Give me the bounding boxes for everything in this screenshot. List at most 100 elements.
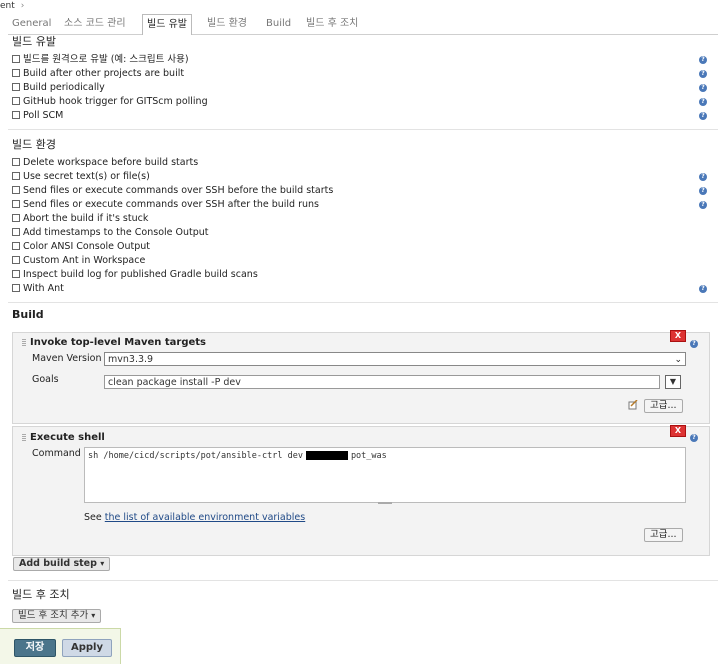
checkbox[interactable]	[12, 213, 20, 222]
help-icon[interactable]: ?	[699, 70, 707, 78]
env-vars-hint: See the list of available environment va…	[84, 512, 305, 523]
delete-step-icon[interactable]: X	[670, 425, 686, 437]
env-vars-link[interactable]: the list of available environment variab…	[105, 512, 305, 523]
tab-post-build[interactable]: 빌드 후 조치	[302, 14, 362, 33]
env-delete-workspace[interactable]: Delete workspace before build starts	[12, 156, 198, 169]
tab-scm[interactable]: 소스 코드 관리	[60, 14, 130, 33]
breadcrumb-text[interactable]: ent	[0, 1, 15, 11]
maven-version-select[interactable]: mvn3.3.9 ⌄	[104, 352, 686, 366]
add-post-build-button[interactable]: 빌드 후 조치 추가 ▾	[12, 609, 102, 623]
checkbox[interactable]	[12, 54, 20, 63]
shell-advanced-button[interactable]: 고급...	[644, 528, 683, 542]
shell-step-title: Execute shell	[30, 432, 105, 443]
help-icon[interactable]: ?	[699, 187, 707, 195]
trigger-periodically[interactable]: Build periodically	[12, 81, 105, 94]
help-icon[interactable]: ?	[699, 285, 707, 293]
apply-button[interactable]: Apply	[62, 639, 112, 657]
section-title-environment: 빌드 환경	[12, 138, 56, 151]
breadcrumb-separator: ›	[20, 1, 25, 11]
env-label: Inspect build log for published Gradle b…	[23, 269, 258, 280]
tab-triggers[interactable]: 빌드 유발	[142, 14, 192, 35]
add-build-step-button[interactable]: Add build step ▾	[13, 557, 111, 571]
checkbox[interactable]	[12, 199, 20, 208]
command-text-suffix: pot_was	[350, 451, 387, 461]
checkbox[interactable]	[12, 96, 20, 105]
checkbox[interactable]	[12, 255, 20, 264]
env-label: Send files or execute commands over SSH …	[23, 199, 320, 210]
checkbox[interactable]	[12, 68, 20, 77]
section-title-post-build: 빌드 후 조치	[12, 588, 70, 601]
redacted-text	[305, 451, 348, 460]
help-icon[interactable]: ?	[699, 98, 707, 106]
tab-general[interactable]: General	[8, 14, 55, 33]
resize-handle[interactable]	[378, 502, 392, 504]
tab-environment[interactable]: 빌드 환경	[203, 14, 251, 33]
env-ansi-color[interactable]: Color ANSI Console Output	[12, 240, 150, 253]
help-icon[interactable]: ?	[690, 340, 698, 348]
help-icon[interactable]: ?	[690, 434, 698, 442]
section-title-build: Build	[12, 308, 44, 321]
help-icon[interactable]: ?	[699, 56, 707, 64]
trigger-poll-scm[interactable]: Poll SCM	[12, 109, 63, 122]
trigger-label: 빌드를 원격으로 유발 (예: 스크립트 사용)	[23, 54, 189, 65]
checkbox[interactable]	[12, 171, 20, 180]
env-timestamps[interactable]: Add timestamps to the Console Output	[12, 226, 209, 239]
command-label: Command	[32, 448, 81, 459]
checkbox[interactable]	[12, 110, 20, 119]
env-custom-ant[interactable]: Custom Ant in Workspace	[12, 254, 145, 267]
caret-down-icon: ▾	[100, 559, 105, 568]
config-tabs: General 소스 코드 관리 빌드 유발 빌드 환경 Build 빌드 후 …	[8, 14, 718, 35]
env-label: Color ANSI Console Output	[23, 241, 151, 252]
checkbox[interactable]	[12, 283, 20, 292]
command-textarea[interactable]: sh /home/cicd/scripts/pot/ansible-ctrl d…	[84, 447, 686, 503]
env-gradle-scans[interactable]: Inspect build log for published Gradle b…	[12, 268, 258, 281]
trigger-label: Build after other projects are built	[23, 68, 185, 79]
drag-handle-icon[interactable]	[22, 338, 26, 346]
add-post-build-label: 빌드 후 조치 추가	[18, 610, 89, 621]
drag-handle-icon[interactable]	[22, 433, 26, 441]
delete-step-icon[interactable]: X	[670, 330, 686, 342]
help-icon[interactable]: ?	[699, 112, 707, 120]
env-label: Custom Ant in Workspace	[23, 255, 146, 266]
checkbox[interactable]	[12, 185, 20, 194]
divider	[8, 129, 718, 130]
trigger-label: Build periodically	[23, 82, 105, 93]
trigger-remote[interactable]: 빌드를 원격으로 유발 (예: 스크립트 사용)	[12, 53, 189, 66]
checkbox[interactable]	[12, 157, 20, 166]
expand-goals-icon[interactable]: ▼	[665, 375, 681, 389]
env-with-ant[interactable]: With Ant	[12, 282, 64, 295]
env-label: With Ant	[23, 283, 64, 294]
breadcrumb: ent ›	[0, 0, 722, 12]
notepad-icon[interactable]	[628, 399, 638, 410]
trigger-github-hook[interactable]: GitHub hook trigger for GITScm polling	[12, 95, 208, 108]
divider	[8, 580, 718, 581]
env-ssh-after[interactable]: Send files or execute commands over SSH …	[12, 198, 319, 211]
help-icon[interactable]: ?	[699, 173, 707, 181]
trigger-label: GitHub hook trigger for GITScm polling	[23, 96, 208, 107]
checkbox[interactable]	[12, 241, 20, 250]
env-label: Use secret text(s) or file(s)	[23, 171, 150, 182]
trigger-after-other[interactable]: Build after other projects are built	[12, 67, 184, 80]
env-label: Send files or execute commands over SSH …	[23, 185, 334, 196]
env-label: Delete workspace before build starts	[23, 157, 199, 168]
trigger-label: Poll SCM	[23, 110, 64, 121]
env-secret-text[interactable]: Use secret text(s) or file(s)	[12, 170, 150, 183]
env-label: Abort the build if it's stuck	[23, 213, 149, 224]
env-abort-stuck[interactable]: Abort the build if it's stuck	[12, 212, 148, 225]
section-title-triggers: 빌드 유발	[12, 35, 56, 48]
divider	[8, 302, 718, 303]
add-build-step-label: Add build step	[19, 558, 97, 569]
maven-advanced-button[interactable]: 고급...	[644, 399, 683, 413]
checkbox[interactable]	[12, 82, 20, 91]
checkbox[interactable]	[12, 269, 20, 278]
command-text-prefix: sh /home/cicd/scripts/pot/ansible-ctrl d…	[88, 451, 303, 461]
goals-input[interactable]: clean package install -P dev	[104, 375, 660, 389]
save-button[interactable]: 저장	[14, 639, 56, 657]
maven-version-value: mvn3.3.9	[108, 354, 154, 365]
help-icon[interactable]: ?	[699, 84, 707, 92]
env-vars-prefix: See	[84, 512, 102, 523]
tab-build[interactable]: Build	[262, 14, 295, 33]
help-icon[interactable]: ?	[699, 201, 707, 209]
env-ssh-before[interactable]: Send files or execute commands over SSH …	[12, 184, 333, 197]
checkbox[interactable]	[12, 227, 20, 236]
